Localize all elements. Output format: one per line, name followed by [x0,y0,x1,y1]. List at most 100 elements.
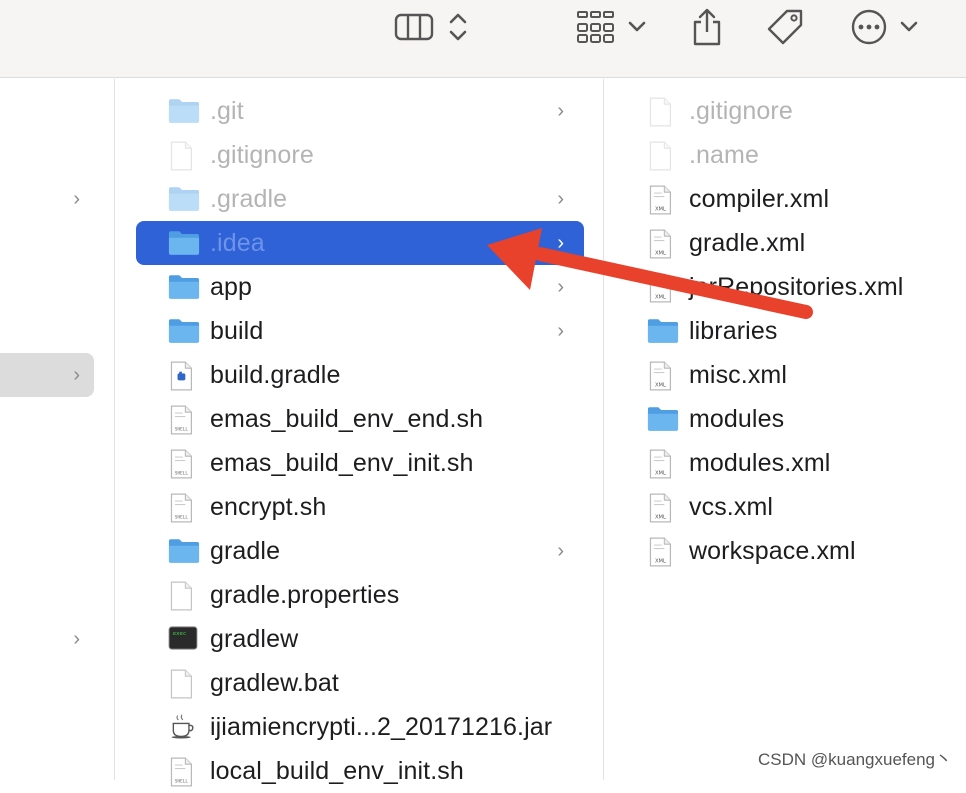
file-row[interactable]: gradlew.bat [136,661,584,705]
file-name: build.gradle [210,361,341,389]
chevron-right-icon: › [557,232,564,254]
file-name: modules.xml [689,449,831,477]
file-row[interactable]: .gitignore [136,133,584,177]
file-name: gradlew.bat [210,669,339,697]
group-button[interactable] [576,8,648,46]
file-name: local_build_env_init.sh [210,757,464,785]
file-name: encrypt.sh [210,493,327,521]
file-row-selected[interactable]: .idea › [136,221,584,265]
file-row[interactable]: XML gradle.xml [615,221,955,265]
file-name: emas_build_env_init.sh [210,449,474,477]
svg-text:XML: XML [655,470,666,476]
more-actions-button[interactable] [850,8,920,46]
file-row[interactable]: .gradle › [136,177,584,221]
shell-script-icon: SHELL [168,757,198,787]
folder-icon [168,229,200,257]
file-row[interactable]: .name [615,133,955,177]
document-icon [168,669,198,699]
folder-icon [647,405,679,433]
file-row[interactable]: exec gradlew [136,617,584,661]
svg-text:SHELL: SHELL [175,514,188,520]
gradle-file-icon [168,361,198,391]
file-row[interactable]: gradle › [136,529,584,573]
folder-icon [647,317,679,345]
svg-text:exec: exec [173,631,186,637]
file-row[interactable]: .git › [136,89,584,133]
chevron-right-icon: › [557,540,564,562]
file-row[interactable]: XML compiler.xml [615,177,955,221]
file-name: gradlew [210,625,299,653]
file-row[interactable]: XML misc.xml [615,353,955,397]
file-row[interactable]: build.gradle [136,353,584,397]
file-name: gradle.properties [210,581,400,609]
file-row[interactable]: SHELL emas_build_env_end.sh [136,397,584,441]
file-row[interactable]: SHELL encrypt.sh [136,485,584,529]
file-row[interactable]: modules [615,397,955,441]
xml-file-icon: XML [647,361,677,391]
file-row[interactable]: SHELL emas_build_env_init.sh [136,441,584,485]
folder-icon [168,317,200,345]
tag-button[interactable] [765,8,805,46]
chevron-right-icon: › [557,100,564,122]
parent-row-selected[interactable]: › [0,353,94,397]
file-row[interactable]: ijiamiencrypti...2_20171216.jar [136,705,584,749]
svg-text:XML: XML [655,250,666,256]
file-name: modules [689,405,785,433]
watermark: CSDN @kuangxuefeng丶 [758,750,952,769]
file-name: .name [689,141,759,169]
file-row[interactable]: libraries [615,309,955,353]
column-view-icon [394,13,434,41]
file-name: libraries [689,317,778,345]
parent-row[interactable]: › [0,177,94,221]
chevron-right-icon: › [73,628,80,650]
file-name: .git [210,97,244,125]
file-row[interactable]: .gitignore [615,89,955,133]
xml-file-icon: XML [647,449,677,479]
file-row[interactable]: XML vcs.xml [615,485,955,529]
parent-row[interactable]: › [0,617,94,661]
file-row[interactable]: XML workspace.xml [615,529,955,573]
file-name: app [210,273,253,301]
folder-icon [168,185,200,213]
xml-file-icon: XML [647,229,677,259]
share-button[interactable] [690,8,724,46]
file-row[interactable]: SHELL local_build_env_init.sh [136,749,584,793]
file-row[interactable]: XML jarRepositories.xml [615,265,955,309]
file-name: jarRepositories.xml [689,273,904,301]
file-row[interactable]: gradle.properties [136,573,584,617]
view-options-chevrons-icon [449,13,467,41]
svg-text:XML: XML [655,206,666,212]
project-column: .git › .gitignore .gradle › .idea › app › build › b… [116,79,604,787]
file-name: emas_build_env_end.sh [210,405,484,433]
file-row[interactable]: XML modules.xml [615,441,955,485]
terminal-executable-icon: exec [168,625,198,653]
file-row[interactable]: app › [136,265,584,309]
document-icon [647,97,677,127]
view-options-button[interactable] [446,8,470,46]
finder-toolbar [0,0,966,78]
idea-column: .gitignore .name XML compiler.xml XML gradle.… [605,79,966,780]
file-row[interactable]: build › [136,309,584,353]
file-name: vcs.xml [689,493,774,521]
file-name: build [210,317,264,345]
document-icon [168,581,198,611]
file-name: misc.xml [689,361,788,389]
svg-text:XML: XML [655,514,666,520]
shell-script-icon: SHELL [168,449,198,479]
file-name: .idea [210,229,265,257]
parent-column: › › › [0,79,115,780]
file-name: gradle [210,537,281,565]
chevron-right-icon: › [557,320,564,342]
xml-file-icon: XML [647,493,677,523]
shell-script-icon: SHELL [168,493,198,523]
svg-text:SHELL: SHELL [175,426,188,432]
java-jar-icon [168,713,198,741]
column-view-button[interactable] [394,8,434,46]
chevron-down-icon [628,21,646,32]
chevron-down-icon [900,21,918,32]
file-name: gradle.xml [689,229,806,257]
file-name: workspace.xml [689,537,856,565]
folder-icon [168,537,200,565]
tag-icon [767,9,803,45]
chevron-right-icon: › [73,364,80,386]
